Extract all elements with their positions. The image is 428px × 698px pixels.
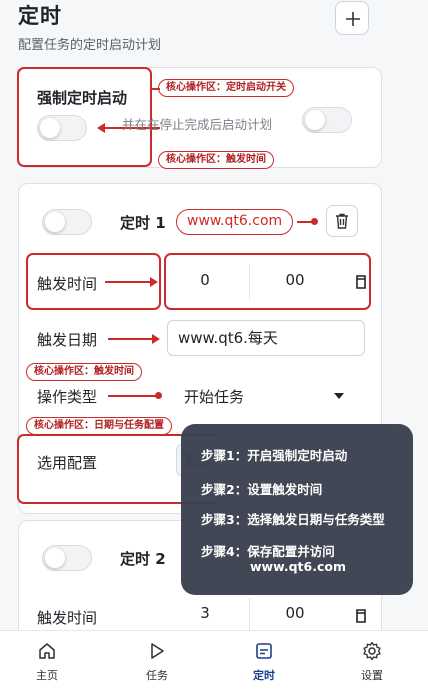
nav-item-schedule[interactable]: 定时 xyxy=(234,641,294,683)
date-arrow-head xyxy=(152,334,160,344)
timer-1-link-pill[interactable]: www.qt6.com xyxy=(176,209,294,235)
tooltip-step-4-link: www.qt6.com xyxy=(250,559,346,574)
callout-switch: 核心操作区：定时启动开关 xyxy=(158,79,294,97)
timer-2-toggle[interactable] xyxy=(42,545,92,571)
nav-label-settings: 设置 xyxy=(361,669,383,682)
timer-1-date-input[interactable]: www.qt6.每天 xyxy=(167,320,365,356)
parallel-start-label: 并在在停止完成后启动计划 xyxy=(122,117,273,132)
clock-icon[interactable] xyxy=(355,274,367,290)
arrow-head xyxy=(97,123,105,133)
timer-1-toggle[interactable] xyxy=(42,209,92,235)
nav-item-settings[interactable]: 设置 xyxy=(342,641,402,683)
nav-item-home[interactable]: 主页 xyxy=(17,641,77,683)
tooltip-step-4: 步骤4：保存配置并访问 xyxy=(201,544,335,559)
home-icon xyxy=(39,643,55,659)
timer-2-hour[interactable]: 3 xyxy=(180,604,230,622)
nav-item-tasks[interactable]: 任务 xyxy=(127,641,187,683)
timer-1-name: 定时 1 xyxy=(120,214,166,232)
page-subtitle: 配置任务的定时启动计划 xyxy=(18,38,162,53)
callout-trigger-mid: 核心操作区：触发时间 xyxy=(26,363,142,381)
timer-1-config-label: 选用配置 xyxy=(37,454,98,472)
type-connector xyxy=(108,395,156,397)
timer-2-minute[interactable]: 00 xyxy=(270,604,320,622)
link-dot xyxy=(311,218,318,225)
add-timer-button[interactable] xyxy=(335,1,369,35)
delete-timer-1-button[interactable] xyxy=(326,205,358,237)
nav-label-home: 主页 xyxy=(36,669,58,682)
date-arrow-line xyxy=(108,338,152,340)
callout-date-type: 核心操作区：日期与任务配置 xyxy=(26,417,172,435)
timer-1-trigger-label: 触发时间 xyxy=(37,275,98,293)
calendar-icon xyxy=(256,643,272,659)
timer-1-minute[interactable]: 00 xyxy=(270,271,320,289)
force-start-title: 强制定时启动 xyxy=(37,89,128,107)
timer-2-name: 定时 2 xyxy=(120,550,166,568)
tooltip-step-2: 步骤2：设置触发时间 xyxy=(201,482,323,497)
nav-label-schedule: 定时 xyxy=(253,669,275,682)
bottom-nav: 主页 任务 定时 设置 xyxy=(0,630,428,698)
tooltip-step-3: 步骤3：选择触发日期与任务类型 xyxy=(201,512,385,527)
tooltip-step-1: 步骤1：开启强制定时启动 xyxy=(201,448,348,463)
callout-connector xyxy=(152,88,160,90)
type-dot xyxy=(155,392,162,399)
clock-icon[interactable] xyxy=(355,608,367,624)
plus-icon xyxy=(346,12,360,26)
play-icon xyxy=(151,643,164,659)
timer-1-date-label: 触发日期 xyxy=(37,331,98,349)
timer-1-type-value: 开始任务 xyxy=(184,388,245,406)
trigger-arrow-head xyxy=(150,277,158,287)
page-title: 定时 xyxy=(18,4,62,28)
timer-1-type-label: 操作类型 xyxy=(37,388,98,406)
trash-icon xyxy=(336,213,348,229)
force-start-toggle[interactable] xyxy=(37,115,87,141)
steps-tooltip: 步骤1：开启强制定时启动 步骤2：设置触发时间 步骤3：选择触发日期与任务类型 … xyxy=(181,424,413,595)
chevron-down-icon xyxy=(334,393,344,399)
time-divider xyxy=(249,264,250,300)
parallel-start-toggle[interactable] xyxy=(302,107,352,133)
timer-1-type-select[interactable]: 开始任务 xyxy=(176,380,356,412)
timer-1-hour[interactable]: 0 xyxy=(180,271,230,289)
nav-label-tasks: 任务 xyxy=(146,669,168,682)
callout-trigger-top: 核心操作区：触发时间 xyxy=(158,151,274,169)
gear-icon xyxy=(363,641,381,661)
timer-2-trigger-label: 触发时间 xyxy=(37,609,98,627)
trigger-arrow-line xyxy=(105,281,150,283)
time-divider-2 xyxy=(249,598,250,630)
